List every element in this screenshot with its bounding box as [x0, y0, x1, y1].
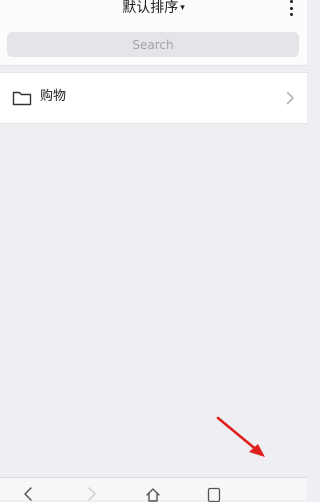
- top-bar: 默认排序 ▾ Search: [0, 0, 307, 66]
- bottom-nav-bar: [0, 477, 307, 502]
- sort-dropdown[interactable]: 默认排序 ▾: [0, 0, 307, 19]
- folder-label: 购物: [40, 89, 67, 104]
- more-vertical-icon[interactable]: [286, 0, 296, 16]
- chevron-right-icon: [286, 91, 294, 105]
- list-item[interactable]: 购物: [0, 73, 307, 123]
- folder-icon: [12, 91, 32, 106]
- red-arrow-annotation: [216, 416, 265, 457]
- sort-label: 默认排序: [122, 0, 179, 16]
- search-input[interactable]: Search: [7, 32, 299, 57]
- caret-down-icon: ▾: [180, 3, 185, 13]
- folder-list: 购物: [0, 72, 307, 124]
